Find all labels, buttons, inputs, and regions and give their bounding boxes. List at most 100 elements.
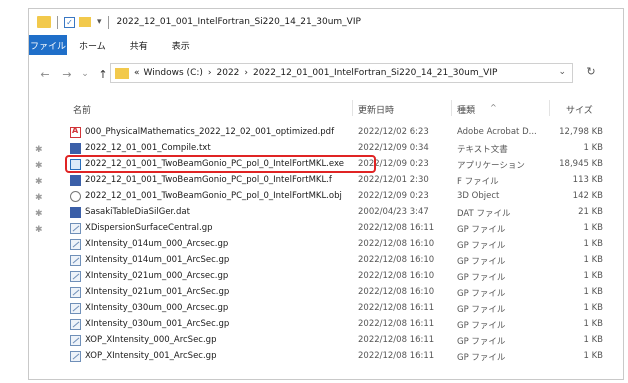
file-modified-date: 2002/04/23 3:47 <box>358 207 429 217</box>
forward-arrow-icon[interactable]: → <box>59 68 75 81</box>
file-row[interactable]: 2022_12_01_001_TwoBeamGonio_PC_pol_0_Int… <box>29 173 623 189</box>
breadcrumb-separator-icon: › <box>207 68 212 78</box>
breadcrumb-drive[interactable]: Windows (C:) <box>144 68 203 78</box>
up-arrow-icon[interactable]: ↑ <box>95 68 111 81</box>
file-name: XDispersionSurfaceCentral.gp <box>85 223 213 233</box>
text-file-icon <box>70 207 81 218</box>
gp-file-icon <box>70 271 81 282</box>
file-size: 21 KB <box>578 207 603 217</box>
file-size: 1 KB <box>583 351 603 361</box>
file-modified-date: 2022/12/09 0:23 <box>358 191 429 201</box>
new-folder-icon[interactable] <box>79 17 91 27</box>
object-file-icon <box>70 191 81 202</box>
file-modified-date: 2022/12/08 16:11 <box>358 319 435 329</box>
file-modified-date: 2022/12/08 16:10 <box>358 255 435 265</box>
file-row[interactable]: XOP_XIntensity_000_ArcSec.gp 2022/12/08 1… <box>29 333 623 349</box>
file-modified-date: 2022/12/01 2:30 <box>358 175 429 185</box>
ribbon-tabs: ファイル ホーム 共有 表示 <box>29 35 623 55</box>
file-type: GP ファイル <box>457 225 506 235</box>
file-explorer-window: ✓ ▾ 2022_12_01_001_IntelFortran_Si220_14… <box>28 8 624 380</box>
breadcrumb-prefix[interactable]: « <box>134 68 140 78</box>
tab-home[interactable]: ホーム <box>67 35 118 55</box>
column-header-size[interactable]: サイズ <box>566 103 593 116</box>
file-type: GP ファイル <box>457 241 506 251</box>
title-separator-2 <box>107 15 109 29</box>
pin-icon[interactable]: ✱ <box>35 209 43 219</box>
column-divider[interactable] <box>451 100 452 116</box>
pin-icon[interactable]: ✱ <box>35 177 43 187</box>
file-name: 2022_12_01_001_TwoBeamGonio_PC_pol_0_Int… <box>85 191 342 201</box>
file-modified-date: 2022/12/08 16:11 <box>358 223 435 233</box>
tab-view[interactable]: 表示 <box>160 35 202 55</box>
gp-file-icon <box>70 335 81 346</box>
pin-icon[interactable]: ✱ <box>35 161 43 171</box>
column-header-date[interactable]: 更新日時 <box>358 103 394 116</box>
refresh-icon[interactable]: ↻ <box>579 65 603 78</box>
quick-access-dropdown-icon[interactable]: ▾ <box>97 17 102 27</box>
text-file-icon <box>70 175 81 186</box>
file-row[interactable]: XDispersionSurfaceCentral.gp 2022/12/08 1… <box>29 221 623 237</box>
file-type: GP ファイル <box>457 289 506 299</box>
file-row[interactable]: XOP_XIntensity_001_ArcSec.gp 2022/12/08 1… <box>29 349 623 365</box>
file-row[interactable]: 000_PhysicalMathematics_2022_12_02_001_o… <box>29 125 623 141</box>
pin-icon[interactable]: ✱ <box>35 193 43 203</box>
file-size: 142 KB <box>572 191 603 201</box>
pin-icon[interactable]: ✱ <box>35 145 43 155</box>
pin-icon[interactable]: ✱ <box>35 225 43 235</box>
file-name: SasakiTableDiaSilGer.dat <box>85 207 190 217</box>
file-row[interactable]: 2022_12_01_001_TwoBeamGonio_PC_pol_0_Int… <box>29 189 623 205</box>
column-divider[interactable] <box>352 100 353 116</box>
file-name: XIntensity_014um_001_ArcSec.gp <box>85 255 230 265</box>
file-type: アプリケーション <box>457 161 525 171</box>
title-separator <box>57 15 58 29</box>
file-row[interactable]: XIntensity_014um_000_Arcsec.gp 2022/12/08… <box>29 237 623 253</box>
file-type: DAT ファイル <box>457 209 511 219</box>
text-file-icon <box>70 143 81 154</box>
column-header-type[interactable]: 種類 <box>457 103 475 116</box>
tab-file[interactable]: ファイル <box>29 35 67 55</box>
sort-ascending-icon: ^ <box>490 103 497 112</box>
file-row[interactable]: SasakiTableDiaSilGer.dat 2002/04/23 3:47 D… <box>29 205 623 221</box>
file-size: 1 KB <box>583 143 603 153</box>
address-bar[interactable]: « Windows (C:) › 2022 › 2022_12_01_001_I… <box>110 63 573 83</box>
gp-file-icon <box>70 255 81 266</box>
file-type: GP ファイル <box>457 257 506 267</box>
file-name: 2022_12_01_001_Compile.txt <box>85 143 211 153</box>
file-row[interactable]: XIntensity_030um_000_Arcsec.gp 2022/12/08… <box>29 301 623 317</box>
column-headers: 名前 更新日時 種類 ^ サイズ <box>29 97 623 119</box>
recent-locations-chevron-icon[interactable]: ⌄ <box>77 69 93 79</box>
breadcrumb-folder[interactable]: 2022_12_01_001_IntelFortran_Si220_14_21_… <box>253 68 497 78</box>
file-name: XIntensity_021um_000_Arcsec.gp <box>85 271 229 281</box>
address-dropdown-icon[interactable]: ⌄ <box>558 67 566 77</box>
file-name: XOP_XIntensity_001_ArcSec.gp <box>85 351 217 361</box>
file-row[interactable]: XIntensity_021um_000_Arcsec.gp 2022/12/08… <box>29 269 623 285</box>
file-row[interactable]: XIntensity_021um_001_ArcSec.gp 2022/12/08… <box>29 285 623 301</box>
file-modified-date: 2022/12/02 6:23 <box>358 127 429 137</box>
back-arrow-icon[interactable]: ← <box>37 68 53 81</box>
file-row[interactable]: XIntensity_014um_001_ArcSec.gp 2022/12/08… <box>29 253 623 269</box>
file-type: F ファイル <box>457 177 499 187</box>
file-size: 1 KB <box>583 271 603 281</box>
file-size: 1 KB <box>583 255 603 265</box>
file-name: 2022_12_01_001_TwoBeamGonio_PC_pol_0_Int… <box>85 175 332 185</box>
annotation-highlight-box <box>65 155 376 173</box>
file-row[interactable]: XIntensity_030um_001_ArcSec.gp 2022/12/08… <box>29 317 623 333</box>
file-modified-date: 2022/12/08 16:10 <box>358 239 435 249</box>
gp-file-icon <box>70 319 81 330</box>
column-divider[interactable] <box>549 100 550 116</box>
file-type: Adobe Acrobat D... <box>457 127 537 137</box>
breadcrumb-year[interactable]: 2022 <box>217 68 240 78</box>
gp-file-icon <box>70 303 81 314</box>
breadcrumb-separator-icon: › <box>244 68 249 78</box>
file-type: GP ファイル <box>457 337 506 347</box>
file-size: 1 KB <box>583 223 603 233</box>
file-size: 1 KB <box>583 239 603 249</box>
file-modified-date: 2022/12/08 16:11 <box>358 303 435 313</box>
file-type: GP ファイル <box>457 305 506 315</box>
file-type: GP ファイル <box>457 353 506 363</box>
column-header-name[interactable]: 名前 <box>73 103 91 116</box>
quick-access-properties-icon[interactable]: ✓ <box>64 16 75 28</box>
file-size: 1 KB <box>583 335 603 345</box>
tab-share[interactable]: 共有 <box>118 35 160 55</box>
file-modified-date: 2022/12/09 0:34 <box>358 143 429 153</box>
